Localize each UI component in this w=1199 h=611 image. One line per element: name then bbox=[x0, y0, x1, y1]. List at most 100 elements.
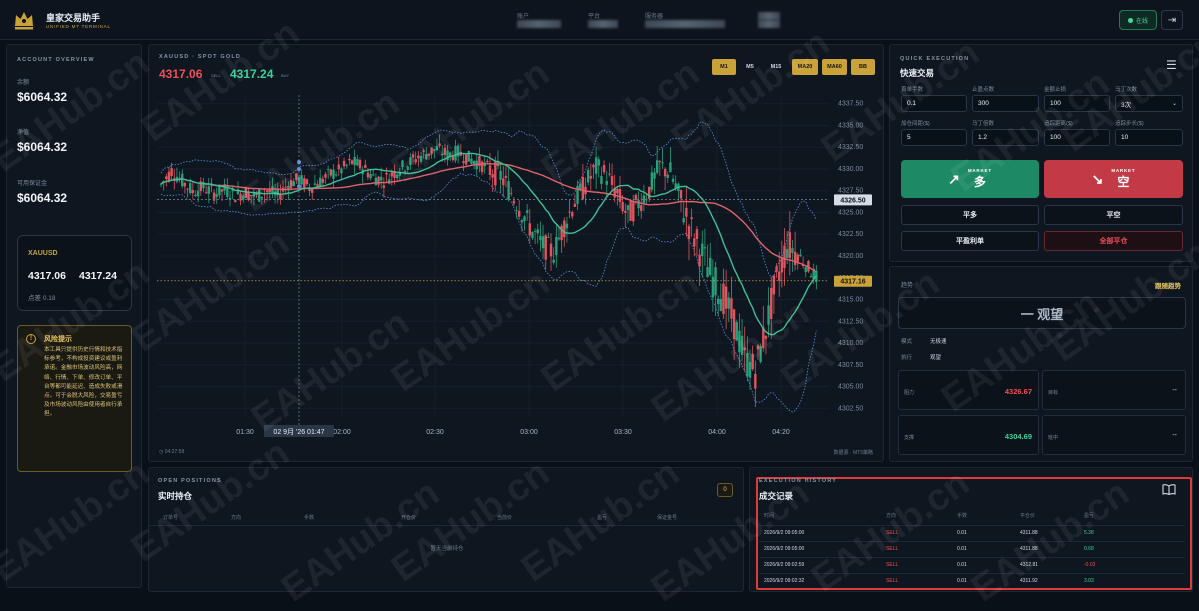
candle-body bbox=[658, 161, 662, 163]
spread-label: 点差 0.18 bbox=[28, 292, 55, 302]
row-divider bbox=[759, 541, 1185, 542]
long-label: 多 bbox=[973, 175, 986, 189]
candle-body bbox=[486, 160, 489, 163]
candle-body bbox=[512, 200, 516, 204]
field-input[interactable]: 10 bbox=[1115, 129, 1183, 146]
timeframe-button-m15[interactable]: M15 bbox=[764, 59, 788, 75]
follow-trend-link[interactable]: 跟随趋势 bbox=[1155, 280, 1181, 290]
timeframe-button-m5[interactable]: M5 bbox=[739, 59, 761, 75]
resistance-label: 阻力 bbox=[904, 390, 915, 396]
market-long-button[interactable]: ↗ MARKET 多 bbox=[901, 160, 1039, 198]
candle-body bbox=[552, 259, 555, 263]
candle-body bbox=[409, 157, 412, 165]
candle-body bbox=[536, 229, 539, 234]
timeframe-button-ma20[interactable]: MA20 bbox=[792, 59, 818, 75]
app-subtitle: UNIFIED MT TERMINAL bbox=[46, 24, 111, 29]
candle-body bbox=[364, 164, 367, 168]
online-status-button[interactable]: 在线 bbox=[1119, 10, 1157, 30]
field-input[interactable]: 100 bbox=[1044, 129, 1110, 146]
book-icon[interactable] bbox=[1162, 483, 1176, 495]
candle-body bbox=[528, 223, 531, 236]
symbol-quote-card[interactable]: XAUUSD 4317.06 4317.24 点差 0.18 bbox=[17, 235, 132, 311]
candle-body bbox=[695, 229, 699, 240]
candle-body bbox=[693, 238, 696, 247]
candle-body bbox=[655, 160, 659, 173]
row-divider bbox=[759, 557, 1185, 558]
candle-body bbox=[318, 177, 322, 187]
field-input[interactable]: 100 bbox=[1044, 95, 1110, 112]
settings-sliders-icon[interactable]: ☰ bbox=[1166, 58, 1180, 72]
spread-label-text: 点差 bbox=[28, 295, 41, 302]
y-tick-label: 4305.00 bbox=[838, 384, 863, 391]
candle-body bbox=[539, 235, 542, 241]
candle-body bbox=[250, 194, 253, 196]
footer-time: ◷ 04:27:58 bbox=[159, 449, 184, 455]
candle-body bbox=[626, 205, 630, 211]
candle-body bbox=[313, 183, 317, 185]
candle-body bbox=[470, 158, 473, 164]
timeframe-button-m1[interactable]: M1 bbox=[712, 59, 736, 75]
candle-body bbox=[650, 172, 654, 190]
positions-column-header: 盈亏 bbox=[597, 515, 608, 521]
candle-body bbox=[759, 345, 762, 363]
candle-body bbox=[350, 160, 354, 164]
trend-down-icon: ↘ bbox=[1091, 170, 1104, 187]
close-profit-button[interactable]: 平盈利单 bbox=[901, 231, 1039, 251]
field-input[interactable]: 5 bbox=[901, 129, 967, 146]
candle-body bbox=[181, 173, 184, 187]
logout-button[interactable]: ⇥ bbox=[1161, 10, 1183, 30]
timeframe-button-ma60[interactable]: MA60 bbox=[822, 59, 847, 75]
sell-price: 4317.06 bbox=[159, 67, 203, 81]
target-label: 目标 bbox=[1048, 390, 1059, 396]
candle-body bbox=[571, 212, 574, 217]
x-tick-label: 02:30 bbox=[426, 429, 444, 436]
candle-body bbox=[547, 236, 550, 238]
candle-body bbox=[732, 309, 736, 340]
close-all-button[interactable]: 全部平仓 bbox=[1044, 231, 1183, 251]
quote-ask: 4317.24 bbox=[79, 270, 117, 282]
candle-body bbox=[337, 164, 340, 170]
exec-value: 观望 bbox=[930, 355, 942, 361]
table-row[interactable]: 2026/9/2 09:05:00 SELL 0.01 4311.88 0.68 bbox=[750, 546, 1194, 556]
crosshair-price-text: 4326.50 bbox=[840, 197, 865, 204]
candle-body bbox=[430, 147, 433, 154]
resistance-box: 阻力 4326.67 bbox=[898, 370, 1039, 410]
table-row[interactable]: 2026/9/2 09:05:00 SELL 0.01 4311.88 5.38 bbox=[750, 530, 1194, 540]
candle-body bbox=[632, 202, 635, 222]
candle-body bbox=[785, 248, 789, 258]
history-lots: 0.01 bbox=[957, 578, 967, 584]
positions-panel: OPEN POSITIONS 实时持仓 0 订单号 方向 手数 开仓价 当前价 盈亏 保证金… bbox=[148, 467, 744, 592]
field-label: 加仓间距($) bbox=[901, 121, 930, 127]
field-input[interactable]: 300 bbox=[972, 95, 1039, 112]
candle-body bbox=[573, 203, 577, 207]
field-input[interactable]: 1.2 bbox=[972, 129, 1039, 146]
candle-body bbox=[419, 155, 423, 162]
candle-body bbox=[730, 298, 733, 319]
crosshair-time-text: 02 9月 '26 01:47 bbox=[273, 428, 324, 436]
candle-body bbox=[719, 298, 723, 311]
market-short-button[interactable]: ↘ MARKET 空 bbox=[1044, 160, 1183, 198]
candle-body bbox=[406, 166, 409, 170]
history-direction: SELL bbox=[886, 562, 899, 568]
candle-body bbox=[743, 347, 746, 351]
table-row[interactable]: 2026/9/2 09:02:32 SELL 0.01 4311.92 3.03 bbox=[750, 578, 1194, 588]
positions-caption: OPEN POSITIONS bbox=[158, 478, 222, 484]
close-short-button[interactable]: 平空 bbox=[1044, 205, 1183, 225]
field-input[interactable]: 0.1 bbox=[901, 95, 967, 112]
y-tick-label: 4307.50 bbox=[838, 362, 863, 369]
platform-value-redacted bbox=[588, 20, 618, 28]
candle-body bbox=[257, 189, 261, 202]
candle-body bbox=[605, 181, 608, 185]
y-tick-label: 4327.50 bbox=[838, 188, 863, 195]
price-chart-canvas[interactable]: 4337.50 4335.00 4332.50 4330.00 4327.50 4325.… bbox=[149, 91, 885, 463]
history-price: 4312.81 bbox=[1020, 562, 1039, 568]
equity-value: $6064.32 bbox=[17, 140, 68, 154]
martin-count-select[interactable]: 3次 ⌄ bbox=[1115, 95, 1183, 112]
candle-body bbox=[711, 276, 715, 298]
timeframe-button-bb[interactable]: BB bbox=[851, 59, 875, 75]
history-title: 成交记录 bbox=[759, 491, 794, 501]
table-row[interactable]: 2026/9/2 09:02:59 SELL 0.01 4312.81 -0.03 bbox=[750, 562, 1194, 572]
close-long-button[interactable]: 平多 bbox=[901, 205, 1039, 225]
y-tick-label: 4335.00 bbox=[838, 122, 863, 129]
divider bbox=[149, 525, 743, 526]
